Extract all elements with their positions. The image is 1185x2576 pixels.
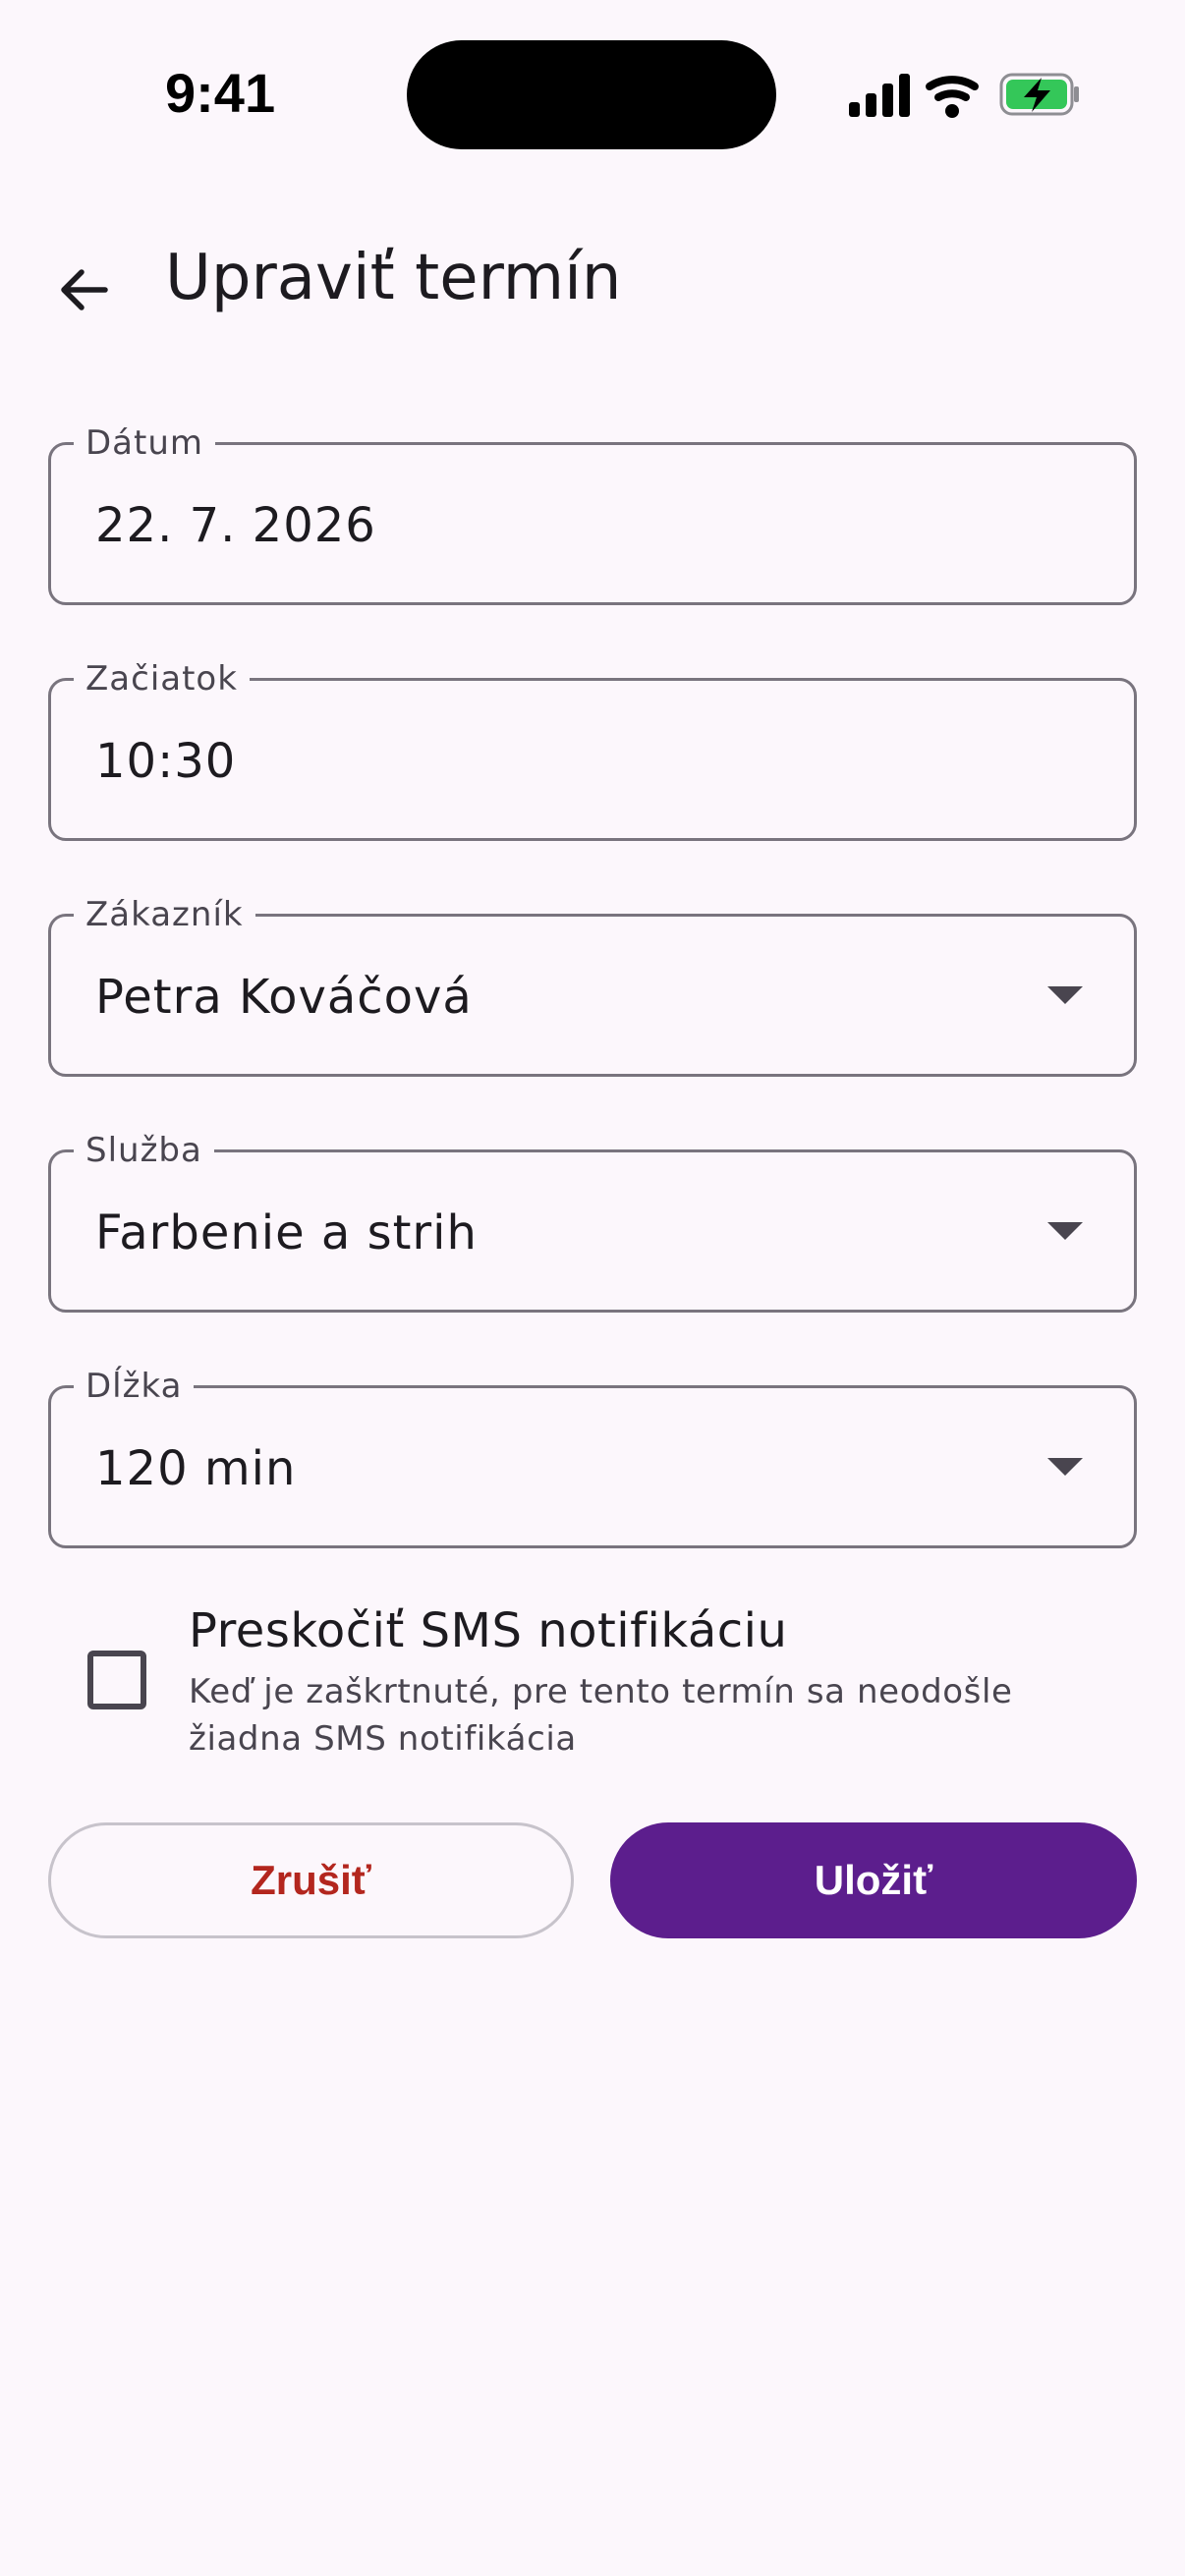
- save-button[interactable]: Uložiť: [610, 1822, 1137, 1938]
- back-button[interactable]: [39, 246, 128, 334]
- customer-dropdown-label: Zákazník: [74, 893, 255, 936]
- date-field-label: Dátum: [74, 421, 216, 465]
- dropdown-arrow-icon: [1047, 1222, 1083, 1240]
- start-time-field-value: 10:30: [95, 734, 237, 789]
- skip-sms-title: Preskočiť SMS notifikáciu: [189, 1603, 788, 1658]
- skip-sms-option[interactable]: Preskočiť SMS notifikáciu Keď je zaškrtn…: [0, 1592, 1185, 1768]
- start-time-field-label: Začiatok: [74, 657, 250, 700]
- customer-dropdown-value: Petra Kováčová: [95, 970, 473, 1025]
- app-bar: Upraviť termín: [0, 216, 1185, 344]
- arrow-back-icon: [61, 269, 108, 310]
- service-dropdown[interactable]: Služba Farbenie a strih: [48, 1129, 1137, 1313]
- skip-sms-subtitle: Keď je zaškrtnuté, pre tento termín sa n…: [189, 1672, 1013, 1759]
- customer-dropdown[interactable]: Zákazník Petra Kováčová: [48, 893, 1137, 1077]
- status-time: 9:41: [165, 62, 276, 124]
- dropdown-arrow-icon: [1047, 986, 1083, 1004]
- duration-dropdown-label: Dĺžka: [74, 1365, 195, 1408]
- service-dropdown-value: Farbenie a strih: [95, 1205, 478, 1260]
- cellular-signal-icon: [849, 74, 910, 117]
- dynamic-island: [407, 40, 776, 149]
- page-title: Upraviť termín: [165, 242, 622, 314]
- status-bar: 9:41: [0, 0, 1185, 187]
- status-icons: [847, 69, 1083, 124]
- dropdown-arrow-icon: [1047, 1458, 1083, 1476]
- date-field-value: 22. 7. 2026: [95, 498, 376, 553]
- start-time-field[interactable]: Začiatok 10:30: [48, 657, 1137, 841]
- skip-sms-checkbox[interactable]: [87, 1651, 146, 1709]
- wifi-icon: [926, 76, 979, 118]
- cancel-button[interactable]: Zrušiť: [48, 1822, 574, 1938]
- date-field[interactable]: Dátum 22. 7. 2026: [48, 421, 1137, 605]
- battery-charging-icon: [999, 73, 1079, 116]
- service-dropdown-label: Služba: [74, 1129, 214, 1172]
- duration-dropdown[interactable]: Dĺžka 120 min: [48, 1365, 1137, 1548]
- duration-dropdown-value: 120 min: [95, 1441, 297, 1496]
